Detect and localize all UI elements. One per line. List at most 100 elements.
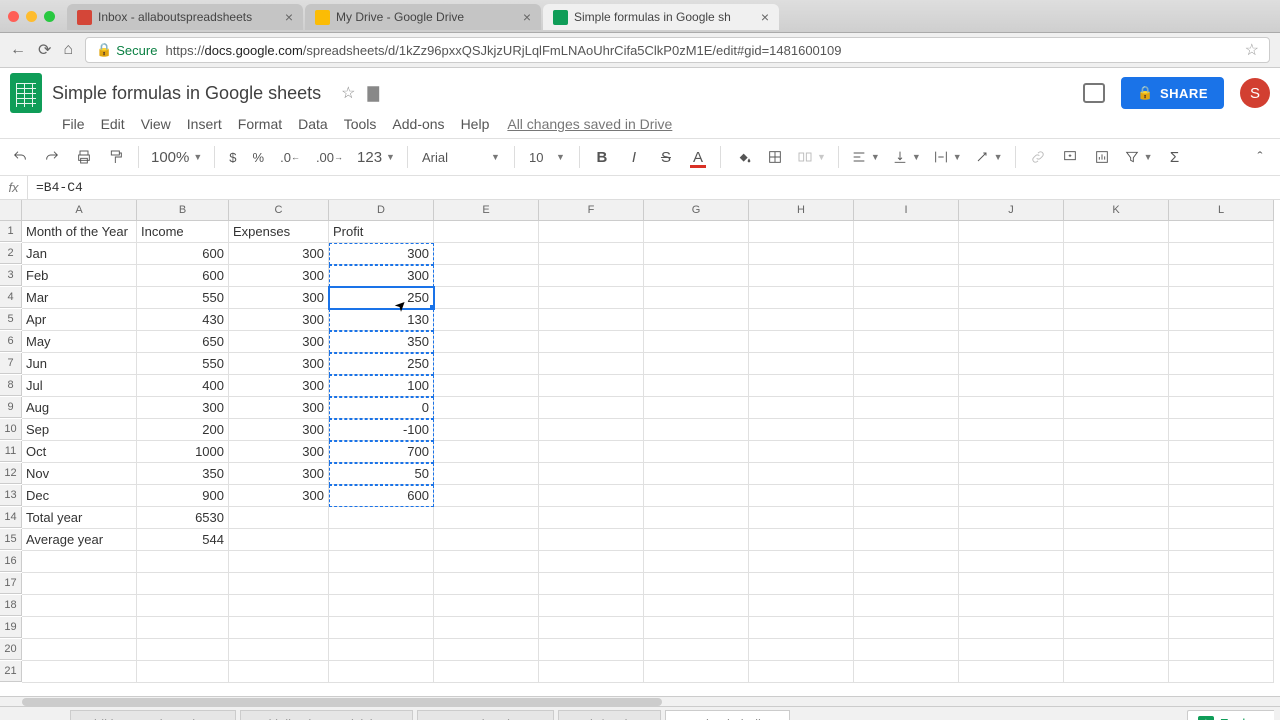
cell[interactable]: 300 xyxy=(229,309,329,331)
cell[interactable] xyxy=(959,309,1064,331)
sheet-tab[interactable]: Undo/Redo▼ xyxy=(558,710,661,720)
cell[interactable] xyxy=(1169,595,1274,617)
sheet-tab[interactable]: Transposing data▼ xyxy=(417,710,554,720)
functions-button[interactable]: Σ xyxy=(1161,143,1189,171)
cell[interactable]: 250 xyxy=(329,353,434,375)
cell[interactable]: 300 xyxy=(229,243,329,265)
cell[interactable] xyxy=(1064,243,1169,265)
cell[interactable] xyxy=(749,485,854,507)
cell[interactable]: Jul xyxy=(22,375,137,397)
share-button[interactable]: 🔒 SHARE xyxy=(1121,77,1224,109)
cell[interactable] xyxy=(749,551,854,573)
cell[interactable] xyxy=(22,595,137,617)
cell[interactable]: Mar xyxy=(22,287,137,309)
cell[interactable]: 700 xyxy=(329,441,434,463)
cell[interactable]: 300 xyxy=(229,331,329,353)
account-avatar[interactable]: S xyxy=(1240,78,1270,108)
text-wrap-button[interactable]: ▼ xyxy=(929,143,966,171)
cell[interactable] xyxy=(854,507,959,529)
cell[interactable] xyxy=(644,397,749,419)
close-window-icon[interactable] xyxy=(8,11,19,22)
cell[interactable]: 300 xyxy=(229,485,329,507)
strikethrough-button[interactable]: S xyxy=(652,143,680,171)
cell[interactable]: Apr xyxy=(22,309,137,331)
column-header[interactable]: L xyxy=(1169,200,1274,221)
cell[interactable] xyxy=(1064,485,1169,507)
cell[interactable] xyxy=(749,441,854,463)
cell[interactable] xyxy=(644,617,749,639)
cell[interactable]: 350 xyxy=(137,463,229,485)
cell[interactable] xyxy=(644,463,749,485)
cell[interactable] xyxy=(434,331,539,353)
cell[interactable] xyxy=(749,419,854,441)
cell[interactable] xyxy=(959,617,1064,639)
cell[interactable] xyxy=(854,595,959,617)
cell[interactable] xyxy=(644,573,749,595)
cell[interactable] xyxy=(434,419,539,441)
cell[interactable] xyxy=(22,661,137,683)
cell[interactable] xyxy=(1064,639,1169,661)
row-header[interactable]: 10 xyxy=(0,419,22,440)
cell[interactable]: 900 xyxy=(137,485,229,507)
cell[interactable] xyxy=(749,221,854,243)
decrease-decimal-button[interactable]: .0← xyxy=(274,143,306,171)
cell[interactable] xyxy=(539,375,644,397)
cell[interactable] xyxy=(854,573,959,595)
cell[interactable]: 200 xyxy=(137,419,229,441)
cell[interactable]: 300 xyxy=(329,265,434,287)
maximize-window-icon[interactable] xyxy=(44,11,55,22)
close-tab-icon[interactable]: × xyxy=(761,9,769,25)
cell[interactable] xyxy=(329,595,434,617)
cell[interactable] xyxy=(644,595,749,617)
cell[interactable] xyxy=(644,309,749,331)
column-header[interactable]: H xyxy=(749,200,854,221)
cell[interactable] xyxy=(539,287,644,309)
cell[interactable]: Average year xyxy=(22,529,137,551)
cell[interactable]: 50 xyxy=(329,463,434,485)
cell[interactable] xyxy=(1064,507,1169,529)
print-button[interactable] xyxy=(70,143,98,171)
cell[interactable] xyxy=(229,617,329,639)
cell[interactable]: Oct xyxy=(22,441,137,463)
vertical-align-button[interactable]: ▼ xyxy=(888,143,925,171)
cell[interactable] xyxy=(1169,573,1274,595)
cell[interactable] xyxy=(1064,595,1169,617)
cell[interactable] xyxy=(329,661,434,683)
column-header[interactable]: J xyxy=(959,200,1064,221)
cell[interactable] xyxy=(434,309,539,331)
cell[interactable] xyxy=(434,397,539,419)
cell[interactable]: 300 xyxy=(329,243,434,265)
cell[interactable] xyxy=(539,309,644,331)
column-header[interactable]: F xyxy=(539,200,644,221)
cell[interactable] xyxy=(1064,463,1169,485)
cell[interactable]: 650 xyxy=(137,331,229,353)
horizontal-scrollbar[interactable] xyxy=(0,696,1280,706)
cell[interactable] xyxy=(229,529,329,551)
cell[interactable] xyxy=(137,595,229,617)
sheet-tab[interactable]: Multiplication & Division▼ xyxy=(240,710,413,720)
cell[interactable] xyxy=(137,573,229,595)
cell[interactable] xyxy=(959,441,1064,463)
cell[interactable]: Income xyxy=(137,221,229,243)
cell[interactable] xyxy=(1064,221,1169,243)
cell[interactable] xyxy=(434,573,539,595)
cell[interactable] xyxy=(434,507,539,529)
cell[interactable] xyxy=(329,617,434,639)
row-header[interactable]: 21 xyxy=(0,661,22,682)
cell[interactable] xyxy=(434,595,539,617)
browser-tab[interactable]: Simple formulas in Google sh × xyxy=(543,4,779,30)
document-title[interactable]: Simple formulas in Google sheets xyxy=(52,83,321,104)
collapse-toolbar-button[interactable]: ˆ xyxy=(1246,143,1274,171)
cell[interactable] xyxy=(539,573,644,595)
cell[interactable] xyxy=(1064,573,1169,595)
cell[interactable]: 300 xyxy=(229,397,329,419)
cell[interactable] xyxy=(539,551,644,573)
sheets-logo-icon[interactable] xyxy=(10,73,42,113)
cell[interactable]: Aug xyxy=(22,397,137,419)
cell[interactable] xyxy=(1064,287,1169,309)
cell[interactable]: 544 xyxy=(137,529,229,551)
cell[interactable] xyxy=(854,287,959,309)
cell[interactable] xyxy=(644,353,749,375)
undo-button[interactable] xyxy=(6,143,34,171)
filter-button[interactable]: ▼ xyxy=(1120,143,1157,171)
